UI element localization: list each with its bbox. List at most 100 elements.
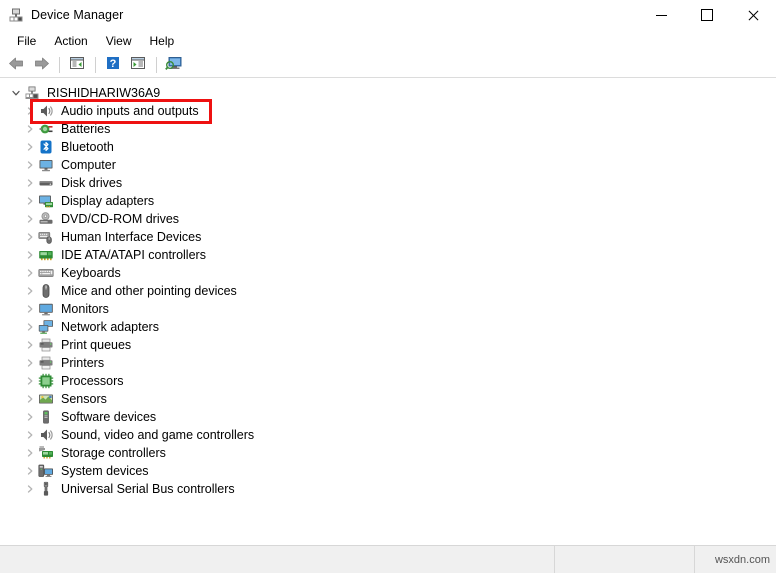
ide-controller-icon [38, 247, 54, 263]
chevron-right-icon[interactable] [22, 318, 38, 336]
processor-icon [38, 373, 54, 389]
tree-item-network-adapters[interactable]: Network adapters [0, 318, 776, 336]
tree-item-label: Computer [61, 158, 116, 172]
tree-item-label: Mice and other pointing devices [61, 284, 237, 298]
tree-item-label: Storage controllers [61, 446, 166, 460]
status-pane-secondary [555, 546, 695, 573]
toolbar: ? [0, 52, 776, 78]
chevron-right-icon[interactable] [22, 408, 38, 426]
tree-item-computer[interactable]: Computer [0, 156, 776, 174]
device-manager-icon [8, 7, 24, 23]
menu-file[interactable]: File [8, 31, 45, 51]
scan-hardware-icon [165, 55, 183, 74]
tree-item-disk-drives[interactable]: Disk drives [0, 174, 776, 192]
toolbar-separator [95, 56, 96, 73]
update-driver-button[interactable] [126, 54, 150, 76]
back-button[interactable] [4, 54, 28, 76]
tree-root-node[interactable]: RISHIDHARIW36A9 [0, 84, 776, 102]
menu-help[interactable]: Help [141, 31, 184, 51]
chevron-right-icon[interactable] [22, 246, 38, 264]
usb-icon [38, 481, 54, 497]
hid-icon [38, 229, 54, 245]
properties-icon [69, 55, 85, 74]
tree-item-audio-inputs-and-outputs[interactable]: Audio inputs and outputs [0, 102, 776, 120]
monitor-icon [38, 301, 54, 317]
chevron-right-icon[interactable] [22, 336, 38, 354]
chevron-right-icon[interactable] [22, 480, 38, 498]
chevron-right-icon[interactable] [22, 156, 38, 174]
minimize-button[interactable] [638, 0, 684, 30]
menu-action[interactable]: Action [45, 31, 96, 51]
maximize-button[interactable] [684, 0, 730, 30]
chevron-right-icon[interactable] [22, 192, 38, 210]
forward-arrow-icon [33, 56, 50, 74]
tree-item-keyboards[interactable]: Keyboards [0, 264, 776, 282]
chevron-right-icon[interactable] [22, 120, 38, 138]
chevron-right-icon[interactable] [22, 426, 38, 444]
tree-item-system-devices[interactable]: System devices [0, 462, 776, 480]
chevron-right-icon[interactable] [22, 372, 38, 390]
tree-item-sound-video-and-game-controllers[interactable]: Sound, video and game controllers [0, 426, 776, 444]
tree-item-printers[interactable]: Printers [0, 354, 776, 372]
tree-item-sensors[interactable]: Sensors [0, 390, 776, 408]
close-button[interactable] [730, 0, 776, 30]
tree-item-bluetooth[interactable]: Bluetooth [0, 138, 776, 156]
speaker-icon [38, 427, 54, 443]
chevron-right-icon[interactable] [22, 264, 38, 282]
tree-item-human-interface-devices[interactable]: Human Interface Devices [0, 228, 776, 246]
close-icon [747, 9, 759, 21]
network-adapter-icon [38, 319, 54, 335]
maximize-icon [701, 9, 713, 21]
chevron-right-icon[interactable] [22, 174, 38, 192]
chevron-right-icon[interactable] [22, 210, 38, 228]
tree-item-label: Display adapters [61, 194, 155, 208]
forward-button[interactable] [29, 54, 53, 76]
tree-item-monitors[interactable]: Monitors [0, 300, 776, 318]
chevron-right-icon[interactable] [22, 102, 38, 120]
tree-item-label: Batteries [61, 122, 111, 136]
tree-item-display-adapters[interactable]: Display adapters [0, 192, 776, 210]
chevron-right-icon[interactable] [22, 462, 38, 480]
disk-drive-icon [38, 175, 54, 191]
software-device-icon [38, 409, 54, 425]
tree-item-label: Bluetooth [61, 140, 114, 154]
chevron-right-icon[interactable] [22, 390, 38, 408]
chevron-right-icon[interactable] [22, 138, 38, 156]
keyboard-icon [38, 265, 54, 281]
status-pane-message [0, 546, 555, 573]
back-arrow-icon [8, 56, 25, 74]
tree-item-universal-serial-bus-controllers[interactable]: Universal Serial Bus controllers [0, 480, 776, 498]
computer-icon [38, 157, 54, 173]
tree-item-label: Disk drives [61, 176, 123, 190]
tree-item-software-devices[interactable]: Software devices [0, 408, 776, 426]
tree-item-storage-controllers[interactable]: Storage controllers [0, 444, 776, 462]
toolbar-separator [59, 56, 60, 73]
tree-item-processors[interactable]: Processors [0, 372, 776, 390]
tree-item-mice-and-other-pointing-devices[interactable]: Mice and other pointing devices [0, 282, 776, 300]
tree-item-label: Software devices [61, 410, 157, 424]
storage-controller-icon [38, 445, 54, 461]
chevron-right-icon[interactable] [22, 282, 38, 300]
tree-item-ide-ata-atapi-controllers[interactable]: IDE ATA/ATAPI controllers [0, 246, 776, 264]
sensor-icon [38, 391, 54, 407]
chevron-right-icon[interactable] [22, 354, 38, 372]
properties-button[interactable] [65, 54, 89, 76]
menu-view[interactable]: View [97, 31, 141, 51]
tree-item-print-queues[interactable]: Print queues [0, 336, 776, 354]
menu-bar: File Action View Help [0, 30, 776, 52]
tree-item-label: IDE ATA/ATAPI controllers [61, 248, 206, 262]
tree-item-batteries[interactable]: Batteries [0, 120, 776, 138]
chevron-right-icon[interactable] [22, 300, 38, 318]
tree-item-dvd-cd-rom-drives[interactable]: DVD/CD-ROM drives [0, 210, 776, 228]
tree-item-label: Processors [61, 374, 124, 388]
tree-item-label: DVD/CD-ROM drives [61, 212, 180, 226]
device-tree-panel[interactable]: RISHIDHARIW36A9 Audio inputs and outputs [0, 79, 776, 543]
help-button[interactable]: ? [101, 54, 125, 76]
tree-item-label: Sound, video and game controllers [61, 428, 255, 442]
tree-item-label: Audio inputs and outputs [61, 104, 199, 118]
scan-hardware-button[interactable] [162, 54, 186, 76]
speaker-icon [38, 103, 54, 119]
chevron-down-icon[interactable] [8, 84, 24, 102]
chevron-right-icon[interactable] [22, 228, 38, 246]
chevron-right-icon[interactable] [22, 444, 38, 462]
